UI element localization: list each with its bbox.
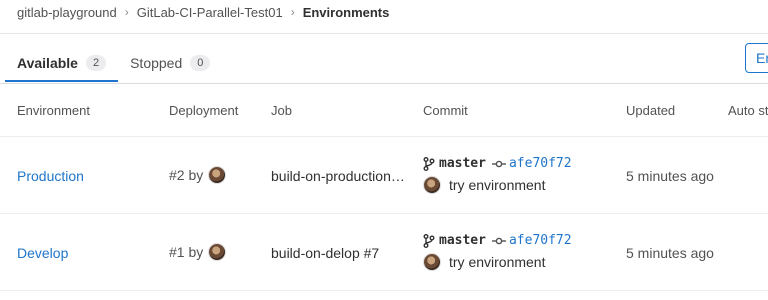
environment-link[interactable]: Develop (17, 245, 68, 261)
commit-sha-link[interactable]: afe70f72 (509, 156, 572, 171)
deployment-number: #1 by (169, 244, 204, 260)
column-header-updated: Updated (626, 103, 676, 118)
environment-link[interactable]: Production (17, 168, 84, 184)
updated-time: 5 minutes ago (626, 168, 714, 184)
tab-available-count: 2 (85, 55, 107, 71)
commit-cell: master afe70f72 try environment (423, 233, 572, 271)
tab-stopped-label: Stopped (130, 55, 183, 71)
commit-message[interactable]: try environment (449, 254, 545, 270)
branch-name[interactable]: master (439, 156, 486, 171)
tab-available[interactable]: Available 2 (5, 44, 118, 82)
avatar[interactable] (423, 253, 441, 271)
tab-stopped[interactable]: Stopped 0 (118, 44, 222, 82)
tab-available-label: Available (17, 55, 78, 71)
tab-stopped-count: 0 (190, 55, 211, 71)
breadcrumb: gitlab-playground › GitLab-CI-Parallel-T… (17, 0, 389, 24)
deployment-cell: #2 by (169, 166, 227, 184)
column-header-job: Job (271, 103, 292, 118)
chevron-right-icon: › (124, 5, 129, 19)
chevron-right-icon: › (290, 5, 295, 19)
column-header-deployment: Deployment (169, 103, 239, 118)
table-header-divider (0, 136, 768, 137)
updated-time: 5 minutes ago (626, 245, 714, 261)
avatar[interactable] (208, 166, 227, 184)
breadcrumb-project-link[interactable]: GitLab-CI-Parallel-Test01 (137, 5, 283, 20)
commit-cell: master afe70f72 try environment (423, 156, 572, 194)
avatar[interactable] (423, 176, 441, 194)
deployment-cell: #1 by (169, 243, 227, 261)
avatar[interactable] (208, 243, 227, 261)
commit-icon (491, 237, 506, 244)
job-link[interactable]: build-on-production #8 (271, 168, 406, 184)
new-environment-button[interactable]: En (745, 43, 768, 73)
branch-icon (423, 156, 435, 171)
commit-sha-link[interactable]: afe70f72 (509, 233, 572, 248)
deployment-number: #2 by (169, 167, 204, 183)
column-header-commit: Commit (423, 103, 468, 118)
branch-name[interactable]: master (439, 233, 486, 248)
commit-message[interactable]: try environment (449, 177, 545, 193)
row-divider (0, 290, 768, 291)
row-divider (0, 213, 768, 214)
commit-icon (491, 160, 506, 167)
column-header-environment: Environment (17, 103, 90, 118)
breadcrumb-current: Environments (302, 4, 390, 20)
job-link[interactable]: build-on-delop #7 (271, 245, 406, 261)
tabs-divider (0, 83, 768, 84)
environment-tabs: Available 2 Stopped 0 (17, 44, 222, 82)
header-divider (0, 33, 768, 34)
column-header-auto-stop: Auto st (728, 103, 768, 118)
breadcrumb-group-link[interactable]: gitlab-playground (17, 5, 117, 20)
branch-icon (423, 233, 435, 248)
